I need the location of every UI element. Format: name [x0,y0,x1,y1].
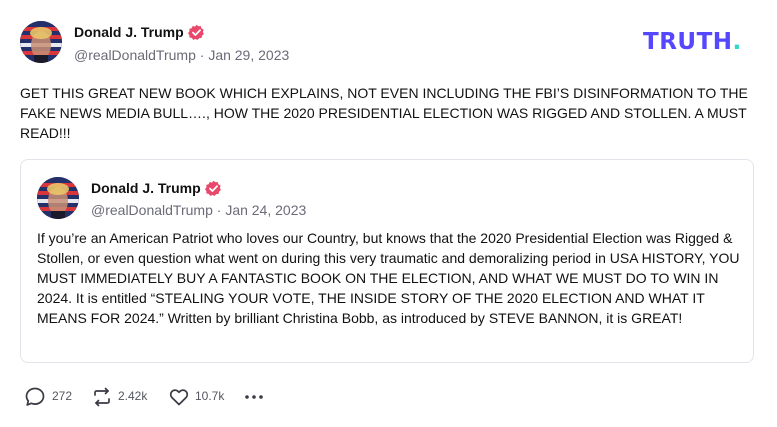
reply-icon [25,387,45,406]
meta-separator: · [216,202,222,218]
more-dots-icon [245,395,263,399]
avatar-image [37,177,79,219]
quoted-post-date[interactable]: Jan 24, 2023 [225,202,306,218]
quoted-post-meta: @realDonaldTrump · Jan 24, 2023 [91,202,306,218]
meta-separator: · [199,47,205,63]
retruth-button[interactable]: 2.42k [91,386,155,408]
reply-button[interactable]: 272 [24,386,80,408]
post-date[interactable]: Jan 29, 2023 [208,47,289,63]
avatar-image [20,21,62,63]
more-options-button[interactable] [243,386,265,408]
post-body: GET THIS GREAT NEW BOOK WHICH EXPLAINS, … [20,85,748,141]
verified-badge-icon [188,24,204,40]
logo-text: TRUTH [643,29,733,55]
post-meta: @realDonaldTrump · Jan 29, 2023 [74,47,289,63]
heart-icon [169,389,189,406]
author-avatar[interactable] [20,21,62,63]
like-count: 10.7k [195,389,225,403]
retruth-icon [94,387,110,407]
reply-count: 272 [52,389,73,403]
quoted-author-handle[interactable]: @realDonaldTrump [91,202,213,218]
quoted-post-body: If you’re an American Patriot who loves … [37,230,740,326]
quoted-author-avatar[interactable] [37,177,79,219]
like-button[interactable]: 10.7k [168,386,232,408]
author-handle[interactable]: @realDonaldTrump [74,47,196,63]
verified-badge-icon [205,180,221,196]
truth-logo[interactable]: TRUTH. [643,29,742,55]
author-name[interactable]: Donald J. Trump [74,24,184,40]
quoted-author-name[interactable]: Donald J. Trump [91,180,201,196]
logo-dot: . [732,29,742,55]
retruth-count: 2.42k [118,389,148,403]
